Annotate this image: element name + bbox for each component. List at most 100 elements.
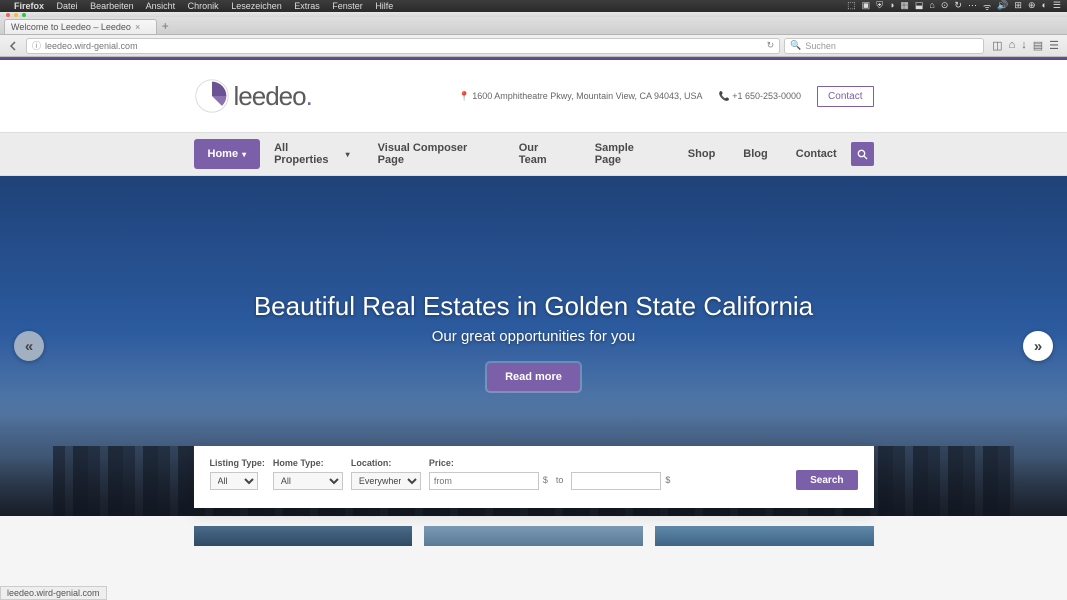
tray-icon[interactable]: ▣ [862,0,871,13]
nav-our-team[interactable]: Our Team [505,133,581,175]
to-label: to [552,475,568,487]
location-group: Location: Everywhere [351,458,421,490]
home-icon[interactable]: ⌂ [1009,39,1016,52]
browser-tab[interactable]: Welcome to Leedeo – Leedeo × [4,19,157,34]
listing-type-group: Listing Type: All [210,458,265,490]
hero-cta-button[interactable]: Read more [487,363,580,391]
price-label: Price: [429,458,788,468]
menubar-item[interactable]: Hilfe [375,1,393,11]
home-type-label: Home Type: [273,458,343,468]
toolbar-icons: ◫ ⌂ ↓ ▤ ☰ [988,39,1063,52]
menubar-item[interactable]: Datei [57,1,78,11]
reload-icon[interactable]: ↻ [767,40,775,51]
nav-search-button[interactable] [851,142,874,166]
search-button[interactable]: Search [796,470,857,490]
menubar-left: Firefox Datei Bearbeiten Ansicht Chronik… [14,1,403,11]
header-meta: 📍 1600 Amphitheatre Pkwy, Mountain View,… [458,86,873,107]
home-type-select[interactable]: All [273,472,343,490]
nav-blog[interactable]: Blog [729,139,781,169]
tray-icon[interactable]: ⛨ [876,0,883,13]
minimize-window-icon[interactable] [14,13,18,17]
tab-strip: Welcome to Leedeo – Leedeo × + [0,17,1067,35]
search-icon [857,149,868,160]
nav-contact[interactable]: Contact [782,139,851,169]
search-icon: 🔍 [790,40,801,51]
listing-type-select[interactable]: All [210,472,258,490]
url-field[interactable]: ⓘ leedeo.wird-genial.com ↻ [26,38,780,54]
price-group: Price: $ to $ [429,458,788,490]
price-to-input[interactable] [571,472,661,490]
info-icon[interactable]: ⓘ [32,39,41,52]
phone: 📞 +1 650-253-0000 [719,91,802,102]
nav-sample-page[interactable]: Sample Page [581,133,674,175]
tray-icon[interactable]: ⬚ [847,0,856,13]
url-bar: ⓘ leedeo.wird-genial.com ↻ 🔍 Suchen ◫ ⌂ … [0,35,1067,57]
new-tab-button[interactable]: + [157,19,173,34]
menubar-item[interactable]: Ansicht [146,1,176,11]
location-select[interactable]: Everywhere [351,472,421,490]
property-card[interactable] [655,526,874,546]
tray-icon[interactable]: ⌂ [929,0,934,13]
location-label: Location: [351,458,421,468]
listing-type-label: Listing Type: [210,458,265,468]
logo-text: leedeo. [234,81,312,112]
close-window-icon[interactable] [6,13,10,17]
menubar-app[interactable]: Firefox [14,1,44,11]
hero-title: Beautiful Real Estates in Golden State C… [0,291,1067,322]
browser-search-field[interactable]: 🔍 Suchen [784,38,984,54]
menubar-right: ⬚ ▣ ⛨ ◑ ▦ ⬓ ⌂ ⊙ ↻ ⋯ ᯤ 🔊 ⊞ ⊕ ◐ ☰ [847,0,1061,13]
nav-bar: Home▾ All Properties▾ Visual Composer Pa… [0,132,1067,176]
tray-icon[interactable]: ⊙ [941,0,949,13]
home-type-group: Home Type: All [273,458,343,490]
hero-subtitle: Our great opportunities for you [0,328,1067,345]
property-thumbs [194,526,874,546]
tray-icon[interactable]: ⊞ [1014,0,1022,13]
contact-button[interactable]: Contact [817,86,873,107]
menubar-item[interactable]: Fenster [332,1,363,11]
nav-visual-composer[interactable]: Visual Composer Page [364,133,505,175]
url-text: leedeo.wird-genial.com [45,41,138,51]
bookmarks-icon[interactable]: ▤ [1033,39,1043,52]
tray-icon[interactable]: ◐ [1041,0,1046,13]
close-tab-icon[interactable]: × [135,22,140,32]
search-panel: Listing Type: All Home Type: All Locatio… [194,446,874,508]
address: 📍 1600 Amphitheatre Pkwy, Mountain View,… [458,91,702,102]
logo-icon [194,78,230,114]
property-card[interactable] [194,526,413,546]
tray-icon[interactable]: ⋯ [968,0,977,13]
menubar-item[interactable]: Lesezeichen [231,1,282,11]
volume-icon[interactable]: 🔊 [997,0,1008,13]
chevron-down-icon: ▾ [242,150,246,159]
spotlight-icon[interactable]: ☰ [1053,0,1061,13]
tray-icon[interactable]: ⬓ [915,0,924,13]
currency-label: $ [543,475,548,487]
nav-home[interactable]: Home▾ [194,139,261,169]
tray-icon[interactable]: ⊕ [1028,0,1036,13]
status-bar: leedeo.wird-genial.com [0,586,107,600]
site-header: leedeo. 📍 1600 Amphitheatre Pkwy, Mounta… [0,60,1067,132]
maximize-window-icon[interactable] [22,13,26,17]
menubar-item[interactable]: Bearbeiten [90,1,134,11]
back-button[interactable] [4,38,22,54]
downloads-icon[interactable]: ↓ [1021,39,1027,52]
reader-icon[interactable]: ◫ [992,39,1002,52]
slide-prev-button[interactable]: « [14,331,44,361]
wifi-icon[interactable]: ᯤ [983,0,991,13]
logo[interactable]: leedeo. [194,78,312,114]
price-from-input[interactable] [429,472,539,490]
currency-label: $ [665,475,670,487]
tab-title: Welcome to Leedeo – Leedeo [11,22,131,32]
menubar-item[interactable]: Chronik [188,1,219,11]
tray-icon[interactable]: ◑ [889,0,894,13]
property-card[interactable] [424,526,643,546]
chevron-down-icon: ▾ [346,150,350,159]
tray-icon[interactable]: ↻ [954,0,962,13]
menubar-item[interactable]: Extras [294,1,320,11]
tray-icon[interactable]: ▦ [900,0,909,13]
search-placeholder: Suchen [805,41,836,51]
nav-shop[interactable]: Shop [674,139,730,169]
nav-all-properties[interactable]: All Properties▾ [260,133,364,175]
mac-menubar: Firefox Datei Bearbeiten Ansicht Chronik… [0,0,1067,12]
slide-next-button[interactable]: » [1023,331,1053,361]
menu-icon[interactable]: ☰ [1049,39,1059,52]
